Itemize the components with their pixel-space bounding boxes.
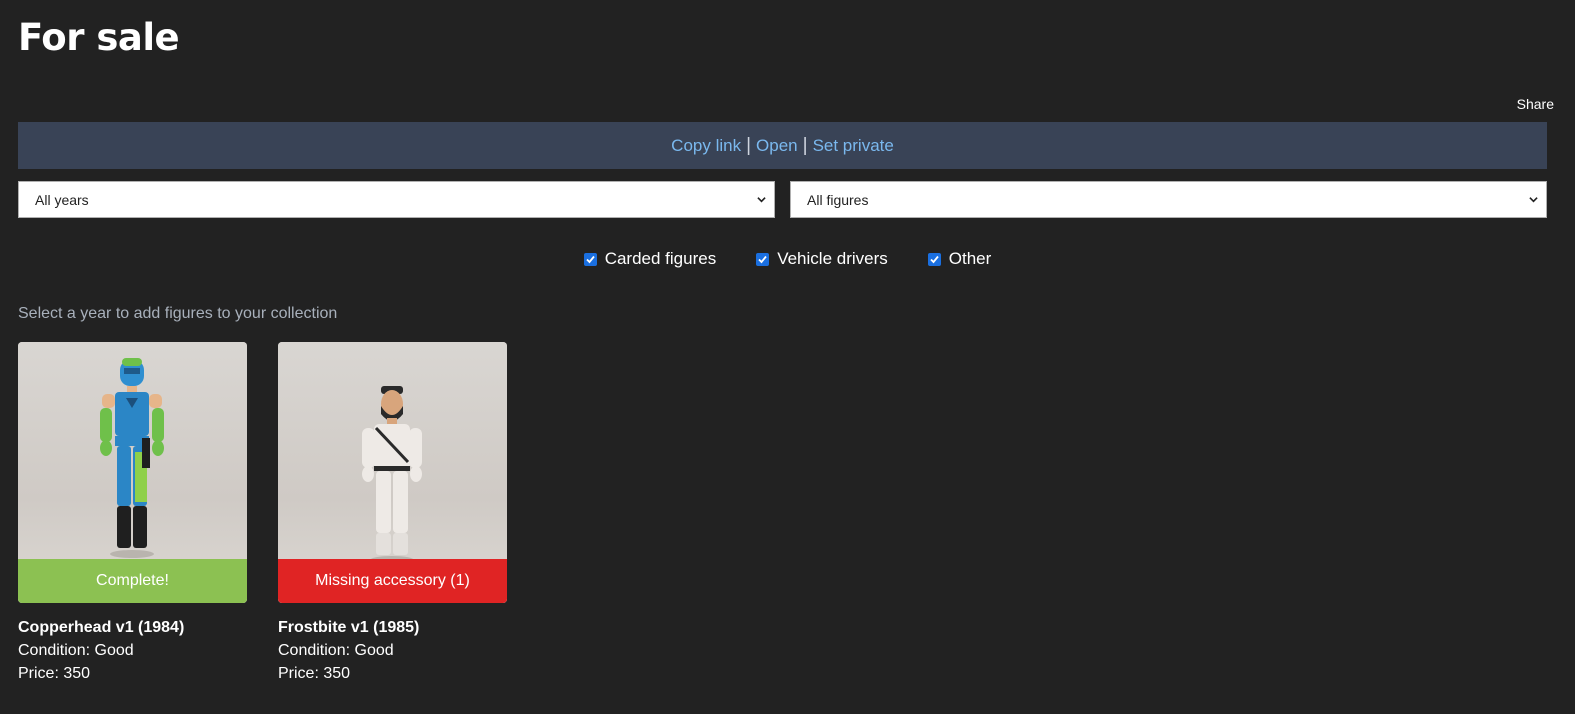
open-link[interactable]: Open	[756, 136, 798, 156]
other-checkbox[interactable]: Other	[927, 249, 992, 269]
copy-link-link[interactable]: Copy link	[671, 136, 741, 156]
checkbox-label: Carded figures	[604, 249, 717, 268]
share-bar: Copy link | Open | Set private	[18, 122, 1547, 169]
checkbox-checked-icon[interactable]	[756, 252, 770, 266]
status-badge: Missing accessory (1)	[278, 559, 507, 603]
figure-image[interactable]: Missing accessory (1)	[278, 342, 507, 603]
checkbox-label: Other	[948, 249, 992, 268]
figure-card: Missing accessory (1) Frostbite v1 (1985…	[278, 342, 507, 683]
figure-name[interactable]: Copperhead v1 (1984)	[18, 619, 247, 637]
page-title: For sale	[18, 16, 180, 59]
carded-figures-checkbox[interactable]: Carded figures	[583, 249, 717, 269]
checkbox-checked-icon[interactable]	[927, 252, 941, 266]
figure-price: Price: 350	[18, 665, 91, 682]
figure-select-value: All figures	[807, 191, 869, 208]
filter-checkboxes: Carded figures Vehicle drivers Other	[0, 249, 1575, 269]
year-select[interactable]: All years	[18, 181, 775, 218]
figure-image[interactable]: Complete!	[18, 342, 247, 603]
figure-card: Complete! Copperhead v1 (1984) Condition…	[18, 342, 247, 683]
checkbox-checked-icon[interactable]	[583, 252, 597, 266]
set-private-link[interactable]: Set private	[813, 136, 894, 156]
figure-name[interactable]: Frostbite v1 (1985)	[278, 619, 507, 637]
status-badge: Complete!	[18, 559, 247, 603]
separator: |	[802, 134, 808, 156]
chevron-down-icon	[1529, 197, 1538, 203]
checkbox-label: Vehicle drivers	[777, 249, 888, 268]
vehicle-drivers-checkbox[interactable]: Vehicle drivers	[756, 249, 888, 269]
figure-condition: Condition: Good	[18, 642, 134, 659]
figure-select[interactable]: All figures	[790, 181, 1547, 218]
year-select-value: All years	[35, 191, 89, 208]
separator: |	[746, 134, 752, 156]
share-label[interactable]: Share	[1517, 96, 1554, 112]
collection-hint: Select a year to add figures to your col…	[18, 305, 338, 322]
figure-condition: Condition: Good	[278, 642, 394, 659]
chevron-down-icon	[757, 197, 766, 203]
figure-price: Price: 350	[278, 665, 351, 682]
